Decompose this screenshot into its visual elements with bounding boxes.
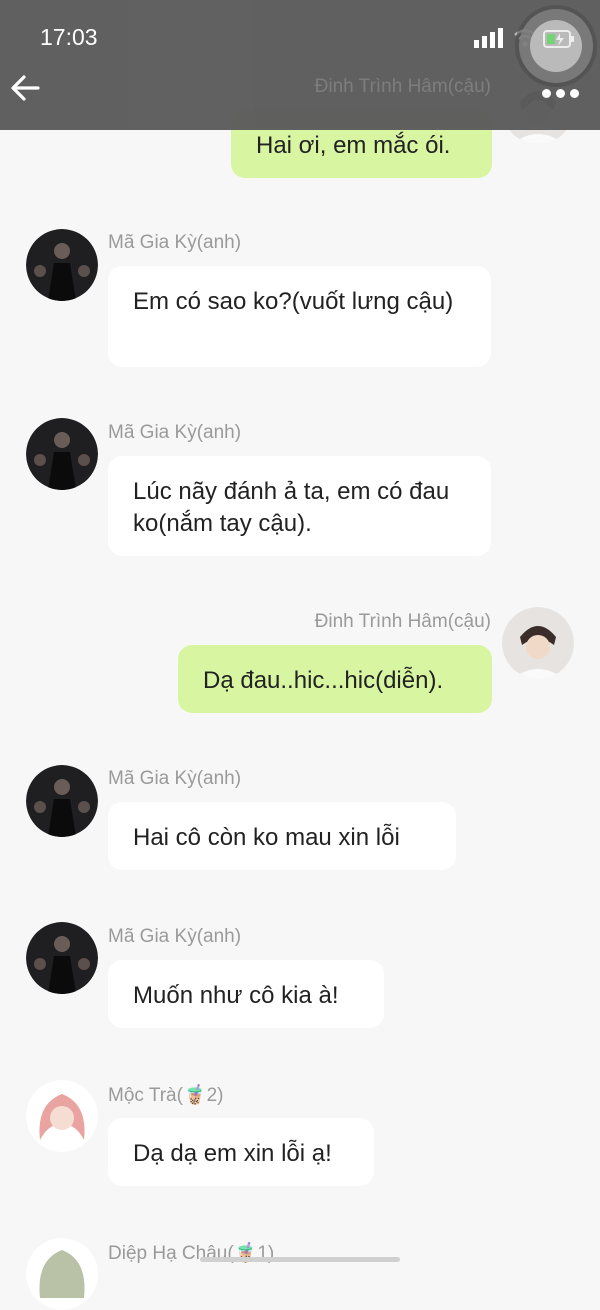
message-bubble[interactable]: Muốn như cô kia à! [108, 960, 384, 1028]
more-icon[interactable] [542, 85, 586, 99]
battery-icon [543, 30, 574, 48]
message-bubble[interactable]: Dạ đau..hic...hic(diễn). [178, 645, 492, 713]
sender-name: Mã Gia Kỳ(anh) [108, 768, 242, 789]
home-indicator[interactable] [200, 1257, 400, 1262]
message-bubble[interactable]: Em có sao ko?(vuốt lưng cậu) [108, 266, 491, 367]
sender-name: Đinh Trình Hâm(cậu) [314, 611, 491, 632]
message-bubble[interactable]: Hai cô còn ko mau xin lỗi [108, 802, 456, 870]
status-time: 17:03 [40, 24, 98, 50]
sender-name: Mã Gia Kỳ(anh) [108, 232, 242, 253]
avatar-moc-tra[interactable] [26, 1080, 98, 1152]
sender-name: Mã Gia Kỳ(anh) [108, 422, 242, 443]
signal-icon [474, 28, 503, 48]
sender-name: Mộc Trà(🧋2) [108, 1085, 224, 1106]
avatar-ma[interactable] [26, 922, 98, 994]
avatar-diep[interactable] [26, 1238, 98, 1310]
avatar-ma[interactable] [26, 229, 98, 301]
header-title: Đinh Trình Hâm(cậu) [314, 76, 491, 97]
sender-name: Mã Gia Kỳ(anh) [108, 926, 242, 947]
avatar-ma[interactable] [26, 418, 98, 490]
avatar-ma[interactable] [26, 765, 98, 837]
avatar-dinh[interactable] [502, 607, 574, 679]
message-bubble[interactable]: Lúc nãy đánh ả ta, em có đau ko(nắm tay … [108, 456, 491, 556]
message-bubble[interactable]: Dạ dạ em xin lỗi ạ! [108, 1118, 374, 1186]
top-bar: 17:03 Đinh Trình Hâm(cậu) [0, 0, 600, 130]
